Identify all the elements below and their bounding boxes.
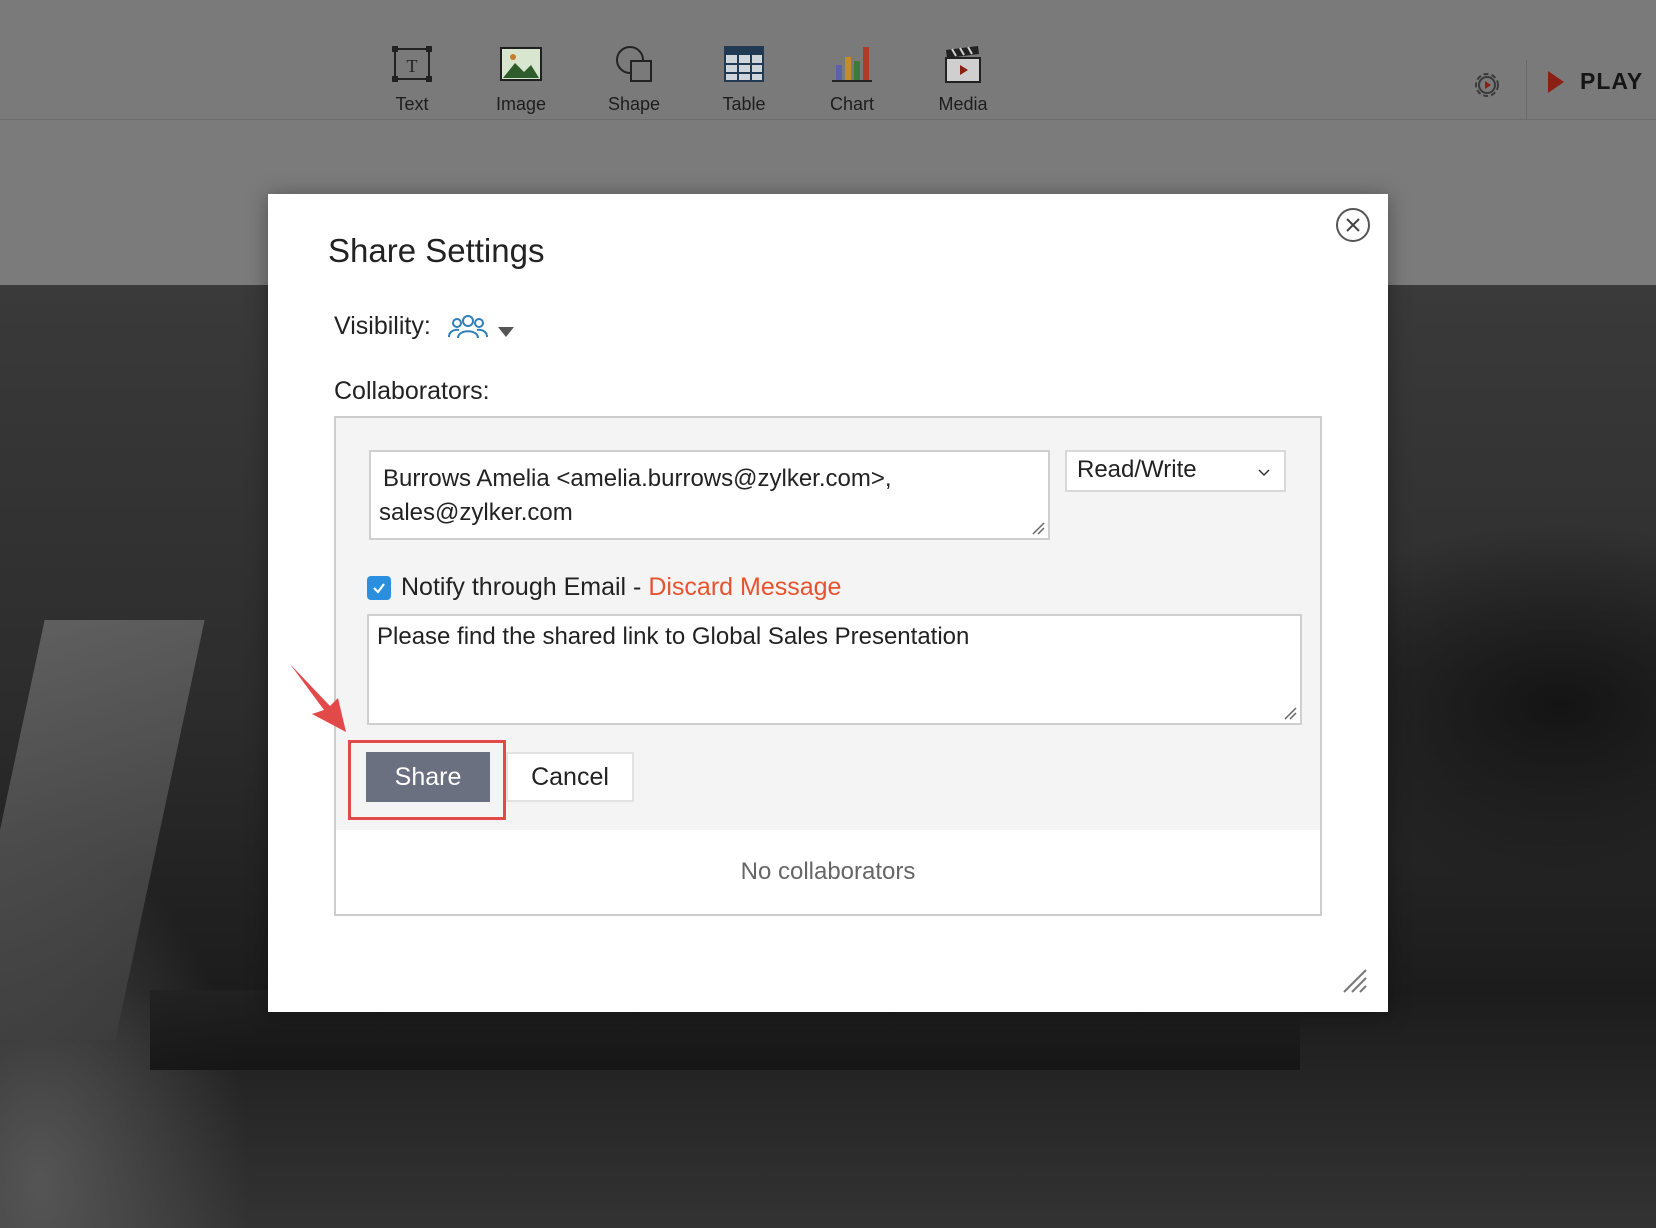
play-button[interactable]: PLAY (1548, 68, 1643, 95)
chevron-down-icon (1258, 469, 1270, 477)
image-icon (471, 42, 571, 86)
toolbar-table-button[interactable]: Table (694, 42, 794, 115)
group-visibility-icon[interactable] (446, 312, 490, 342)
notify-email-label: Notify through Email - Discard Message (401, 573, 841, 602)
toolbar-image-label: Image (495, 94, 547, 114)
permission-value: Read/Write (1077, 456, 1197, 483)
toolbar-shape-label: Shape (607, 94, 661, 114)
collaborators-label: Collaborators: (334, 377, 490, 405)
toolbar-media-button[interactable]: Media (913, 42, 1013, 115)
bar-chart-icon (802, 42, 902, 86)
svg-text:T: T (407, 56, 418, 76)
visibility-label: Visibility: (334, 312, 431, 340)
toolbar-shape-button[interactable]: Shape (584, 42, 684, 115)
emails-line-2: sales@zylker.com (379, 499, 573, 526)
table-icon (694, 42, 794, 86)
notify-email-text: Notify through Email - (401, 573, 649, 601)
toolbar-image-button[interactable]: Image (471, 42, 571, 115)
email-message-text: Please find the shared link to Global Sa… (377, 623, 970, 650)
slideshow-settings-icon[interactable] (1470, 68, 1504, 102)
textarea-resize-icon[interactable] (1031, 521, 1045, 535)
play-icon (1548, 70, 1564, 93)
share-settings-dialog: Share Settings Visibility: Collaborators… (268, 194, 1388, 1012)
toolbar-separator (1526, 60, 1527, 120)
textarea-resize-icon[interactable] (1283, 706, 1297, 720)
shape-icon (584, 42, 684, 86)
checkmark-icon (373, 582, 385, 594)
close-icon (1346, 218, 1360, 232)
app-toolbar: T Text Image Shape Table Chart Media PLA… (0, 0, 1656, 120)
collaborators-panel: Burrows Amelia <amelia.burrows@zylker.co… (334, 416, 1322, 916)
visibility-dropdown-caret-icon[interactable] (498, 327, 514, 337)
no-collaborators-message: No collaborators (740, 858, 916, 885)
discard-message-link[interactable]: Discard Message (648, 573, 841, 601)
toolbar-media-label: Media (938, 94, 988, 114)
dialog-resize-handle-icon[interactable] (1342, 968, 1368, 994)
share-button-highlight (348, 740, 506, 820)
toolbar-text-label: Text (395, 94, 429, 114)
notify-email-row: Notify through Email - Discard Message (367, 573, 841, 602)
notify-email-checkbox[interactable] (367, 575, 391, 600)
cancel-button[interactable]: Cancel (506, 752, 634, 802)
media-clapper-icon (913, 42, 1013, 86)
email-message-input[interactable]: Please find the shared link to Global Sa… (367, 614, 1302, 725)
emails-line-1: Burrows Amelia <amelia.burrows@zylker.co… (383, 465, 892, 492)
toolbar-text-button[interactable]: T Text (362, 42, 462, 115)
toolbar-chart-button[interactable]: Chart (802, 42, 902, 115)
dialog-title: Share Settings (328, 232, 545, 269)
collaborator-emails-input[interactable]: Burrows Amelia <amelia.burrows@zylker.co… (369, 450, 1050, 540)
play-label: PLAY (1580, 68, 1644, 94)
toolbar-chart-label: Chart (829, 94, 874, 114)
toolbar-table-label: Table (722, 94, 766, 114)
pointer-arrow-icon (290, 664, 346, 732)
permission-select[interactable]: Read/Write (1065, 450, 1286, 492)
text-box-icon: T (362, 42, 462, 86)
close-dialog-button[interactable] (1336, 208, 1370, 242)
